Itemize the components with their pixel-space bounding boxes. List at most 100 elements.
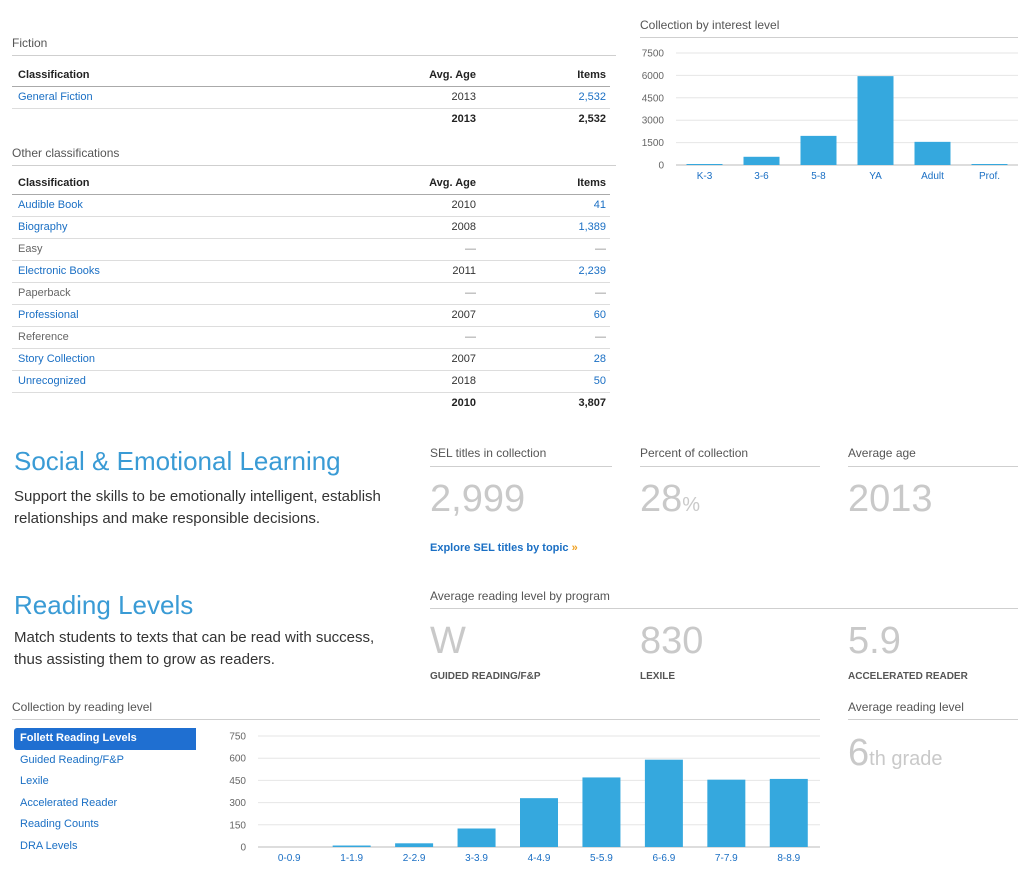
collection-reading-label: Collection by reading level [12,700,820,720]
interest-level-chart: 0 1500 3000 4500 6000 7500 K-3 3-6 5-8 YA Adult Pro… [642,49,1018,182]
explore-sel-link-text: Explore SEL titles by topic [430,542,569,554]
sel-stat-percent: 28% [640,478,700,521]
y-tick-label: 0 [658,161,664,172]
other-items-cell[interactable]: 50 [480,370,610,393]
other-header-row: Classification Avg. Age Items [12,172,610,195]
other-items-cell[interactable]: 41 [480,194,610,217]
other-header-avg-age: Avg. Age [370,172,480,195]
fiction-total-items: 2,532 [578,113,606,126]
table-row: General Fiction 2013 2,532 [12,86,610,109]
bar [707,779,746,847]
bar [857,76,894,165]
other-items-cell[interactable]: 28 [480,348,610,371]
sel-stat-label-percent: Percent of collection [640,446,820,467]
other-items-cell[interactable]: 2,239 [480,260,610,283]
table-row: Audible Book 2010 41 [12,194,610,217]
other-avg-age-cell: 2011 [370,260,480,283]
avg-reading-level: 6th grade [848,732,943,775]
reading-nav-item[interactable]: Follett Reading Levels [14,728,196,750]
reading-description: Match students to texts that can be read… [14,629,375,668]
x-tick-label: Prof. [979,171,1000,182]
program-value-lexile: 830 [640,620,704,662]
other-avg-age-cell: — [370,326,480,349]
bar [914,141,951,165]
other-classification-cell[interactable]: Biography [12,216,370,239]
other-section-title: Other classifications [12,146,616,166]
reading-nav-item[interactable]: DRA Levels [14,836,196,858]
reading-nav-item[interactable]: Accelerated Reader [14,793,196,815]
sel-stat-value-age: 2013 [848,478,933,520]
explore-sel-link[interactable]: Explore SEL titles by topic » [430,542,578,554]
fiction-classification-cell[interactable]: General Fiction [12,86,370,109]
reading-level-chart: 0 150 300 450 600 750 0-0.9 1-1.9 2-2.9 3-3.9 4-4.… [229,732,820,864]
avg-reading-level-label: Average reading level [848,700,1018,720]
y-tick-label: 300 [229,798,246,809]
bar [971,164,1008,165]
fiction-header-classification: Classification [12,64,370,87]
other-classification-cell: Reference [12,326,370,349]
x-tick-label: 6-6.9 [652,853,675,864]
table-row: Biography 2008 1,389 [12,216,610,239]
fiction-header-avg-age: Avg. Age [370,64,480,87]
x-tick-label: 8-8.9 [777,853,800,864]
other-items-cell[interactable]: 60 [480,304,610,327]
other-total-label-cell [12,392,370,414]
other-classification-cell[interactable]: Unrecognized [12,370,370,393]
program-caption-lexile: LEXILE [640,671,676,682]
other-avg-age-cell: 2010 [370,194,480,217]
other-classifications-table: Classification Avg. Age Items Audible Bo… [12,172,610,414]
fiction-items-cell[interactable]: 2,532 [480,86,610,109]
x-tick-label: 0-0.9 [278,853,301,864]
y-tick-label: 150 [229,820,246,831]
other-classification-cell[interactable]: Audible Book [12,194,370,217]
other-total-items: 3,807 [578,397,606,410]
x-tick-label: K-3 [697,171,713,182]
table-row: Easy — — [12,238,610,261]
avg-reading-level-suffix: th grade [869,748,943,770]
other-classification-cell[interactable]: Electronic Books [12,260,370,283]
bar [743,156,780,165]
reading-nav-item[interactable]: Guided Reading/F&P [14,750,196,772]
other-classification-cell[interactable]: Professional [12,304,370,327]
x-tick-label: 3-3.9 [465,853,488,864]
bar [686,164,723,165]
double-chevron-right-icon: » [571,542,578,554]
reading-level-nav: Follett Reading Levels Guided Reading/F&P… [14,728,196,857]
table-total-row: 2010 3,807 [12,392,610,414]
fiction-header-row: Classification Avg. Age Items [12,64,610,87]
x-tick-label: 1-1.9 [340,853,363,864]
other-header-classification: Classification [12,172,370,195]
table-total-row: 2013 2,532 [12,108,610,130]
other-avg-age-cell: 2008 [370,216,480,239]
fiction-avg-age-cell: 2013 [370,86,480,109]
table-row: Paperback — — [12,282,610,305]
fiction-total-avg-age: 2013 [451,113,476,126]
bar [520,798,558,847]
sel-stat-value-percent: 28 [640,478,683,520]
reading-nav-item[interactable]: Reading Counts [14,814,196,836]
x-tick-label: 2-2.9 [403,853,426,864]
y-tick-label: 600 [229,754,246,765]
reading-nav-item[interactable]: Lexile [14,771,196,793]
y-tick-label: 750 [229,732,246,743]
other-items-cell: — [480,282,610,305]
other-items-cell[interactable]: 1,389 [480,216,610,239]
y-tick-label: 4500 [642,93,665,104]
other-avg-age-cell: 2018 [370,370,480,393]
table-row: Professional 2007 60 [12,304,610,327]
fiction-table: Classification Avg. Age Items General Fi… [12,64,610,130]
bar [395,843,434,847]
y-tick-label: 7500 [642,49,665,60]
x-tick-label: 5-5.9 [590,853,613,864]
fiction-total-label-cell [12,108,370,130]
reading-heading: Reading Levels [14,590,194,620]
table-row: Story Collection 2007 28 [12,348,610,371]
other-avg-age-cell: 2007 [370,348,480,371]
bar [332,845,371,847]
sel-stat-age: 2013 [848,478,933,521]
sel-stat-label-age: Average age [848,446,1018,467]
x-tick-label: 3-6 [754,171,769,182]
sel-stat-label-titles: SEL titles in collection [430,446,612,467]
other-avg-age-cell: 2007 [370,304,480,327]
other-classification-cell[interactable]: Story Collection [12,348,370,371]
